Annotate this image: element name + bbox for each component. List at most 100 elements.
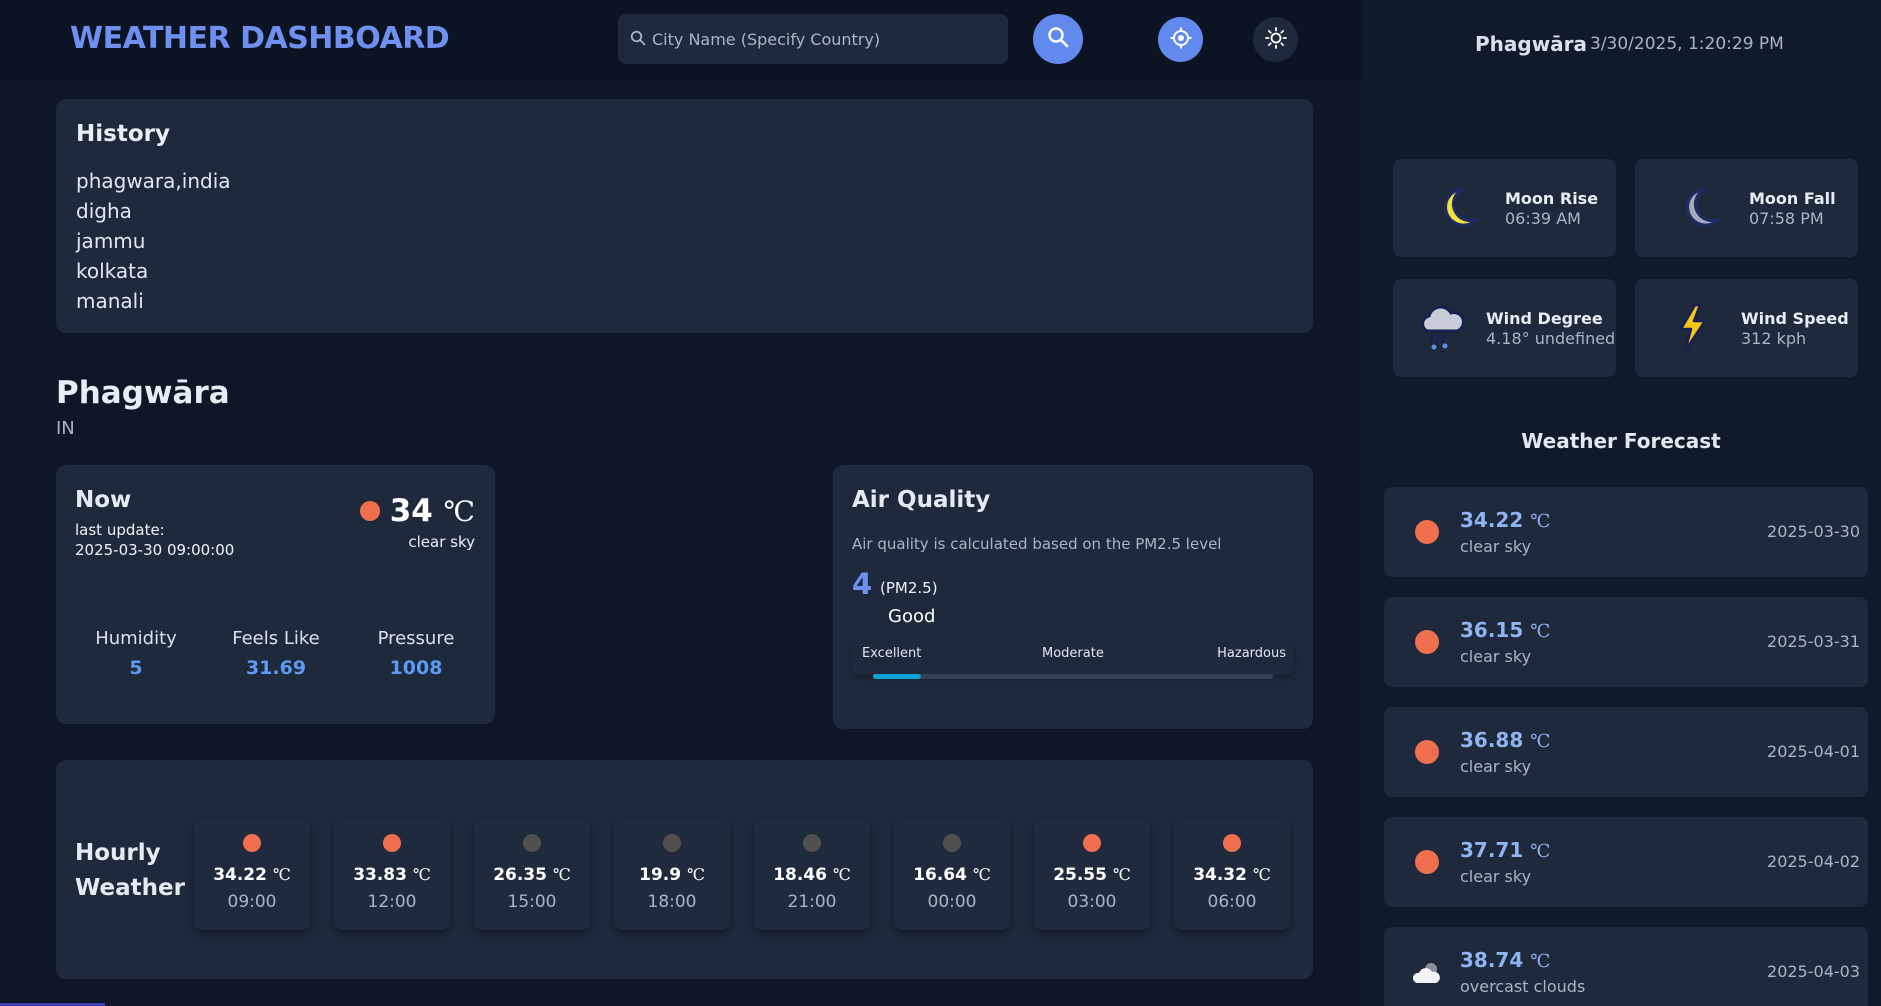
forecast-temp-value: 36.88 [1460,728,1524,752]
forecast-temp: 36.88 ℃ [1460,728,1550,752]
sun-icon [243,834,261,852]
history-card: History phagwara,india digha jammu kolka… [56,99,1313,333]
forecast-item: 34.22 ℃ clear sky 2025-03-30 [1384,487,1868,577]
temp-unit: ℃ [1252,865,1271,884]
weather-description: clear sky [408,533,475,551]
hourly-temp: 34.32 ℃ [1174,865,1290,885]
scale-label-excellent: Excellent [862,646,922,661]
country-code: IN [56,418,75,439]
current-location-button[interactable] [1158,17,1203,62]
forecast-date: 2025-03-31 [1767,632,1860,651]
forecast-date: 2025-04-03 [1767,962,1860,981]
tile-label: Moon Rise [1505,189,1599,208]
forecast-date: 2025-04-01 [1767,742,1860,761]
hourly-title: Hourly Weather [75,836,185,906]
temp-unit: ℃ [1530,841,1551,862]
hourly-temp-value: 25.55 [1053,865,1107,885]
metric-value: 31.69 [245,657,307,679]
temp-unit: ℃ [552,865,571,884]
moon-fall-tile: Moon Fall 07:58 PM [1635,159,1858,257]
temp-unit: ℃ [1530,951,1551,972]
hourly-item: 33.83 ℃ 12:00 [334,820,450,930]
forecast-temp-value: 34.22 [1460,508,1524,532]
side-city-name: Phagwāra [1475,32,1588,56]
search-box[interactable] [618,14,1008,64]
forecast-date: 2025-04-02 [1767,852,1860,871]
hourly-temp: 16.64 ℃ [894,865,1010,885]
hourly-temp-value: 33.83 [353,865,407,885]
history-item[interactable]: digha [76,196,231,226]
sun-icon [1415,740,1439,764]
current-weather-card: Now last update: 2025-03-30 09:00:00 34 … [56,465,495,724]
sun-icon [1264,26,1288,54]
wind-speed-tile: Wind Speed 312 kph [1635,279,1858,377]
forecast-desc: overcast clouds [1460,977,1586,996]
crosshair-icon [1169,26,1193,54]
cloud-icon [1411,957,1443,989]
hourly-time: 00:00 [927,892,977,912]
forecast-desc: clear sky [1460,757,1532,776]
tile-value: 4.18° undefined [1486,329,1616,348]
wind-degree-tile: Wind Degree 4.18° undefined [1393,279,1616,377]
current-datetime: 3/30/2025, 1:20:29 PM [1590,34,1784,54]
air-quality-value: 4 [852,567,873,601]
hourly-temp-value: 26.35 [493,865,547,885]
sun-icon [360,501,380,521]
temp-unit: ℃ [443,495,475,528]
scale-label-hazardous: Hazardous [1217,646,1286,661]
hourly-item: 18.46 ℃ 21:00 [754,820,870,930]
search-input[interactable] [652,14,1002,64]
metric-value: 5 [129,657,143,679]
pressure-metric: Pressure 1008 [356,628,476,679]
air-quality-bar [873,674,1273,679]
hourly-item: 19.9 ℃ 18:00 [614,820,730,930]
air-quality-title: Air Quality [852,487,991,513]
temp-unit: ℃ [1530,511,1551,532]
temp-unit: ℃ [686,865,705,884]
hourly-temp: 25.55 ℃ [1034,865,1150,885]
moon-rise-tile: Moon Rise 06:39 AM [1393,159,1616,257]
history-list: phagwara,india digha jammu kolkata manal… [76,166,231,316]
city-name: Phagwāra [56,375,230,411]
pm-label: (PM2.5) [880,579,938,597]
hourly-item: 25.55 ℃ 03:00 [1034,820,1150,930]
sun-icon [1415,630,1439,654]
history-item[interactable]: jammu [76,226,231,256]
forecast-item: 36.15 ℃ clear sky 2025-03-31 [1384,597,1868,687]
last-update-label: last update: [75,521,165,539]
air-quality-note: Air quality is calculated based on the P… [852,535,1222,553]
forecast-title: Weather Forecast [1521,429,1721,453]
theme-toggle-button[interactable] [1253,17,1298,62]
hourly-time: 15:00 [507,892,557,912]
history-item[interactable]: kolkata [76,256,231,286]
hourly-weather-card: Hourly Weather 34.22 ℃ 09:00 33.83 ℃ 12:… [56,760,1313,979]
storm-cloud-icon [1415,301,1467,353]
current-temperature: 34 ℃ [390,493,475,529]
metric-value: 1008 [389,657,443,679]
temp-unit: ℃ [1530,621,1551,642]
metric-label: Pressure [377,628,455,649]
tile-value: 07:58 PM [1749,209,1824,228]
hourly-item: 34.22 ℃ 09:00 [194,820,310,930]
hourly-time: 21:00 [787,892,837,912]
temp-unit: ℃ [972,865,991,884]
forecast-date: 2025-03-30 [1767,522,1860,541]
hourly-temp-value: 34.22 [213,865,267,885]
hourly-item: 26.35 ℃ 15:00 [474,820,590,930]
temp-unit: ℃ [272,865,291,884]
search-button[interactable] [1033,14,1083,64]
crescent-moon-icon [1675,181,1727,233]
hourly-temp-value: 34.32 [1193,865,1247,885]
last-update: last update: 2025-03-30 09:00:00 [75,520,234,560]
scale-label-moderate: Moderate [1042,646,1104,661]
hourly-item: 16.64 ℃ 00:00 [894,820,1010,930]
history-item[interactable]: manali [76,286,231,316]
search-icon [1046,25,1070,53]
moon-icon [803,834,821,852]
hourly-item: 34.32 ℃ 06:00 [1174,820,1290,930]
air-quality-bar-fill [873,674,921,679]
temp-unit: ℃ [1530,731,1551,752]
temp-unit: ℃ [1112,865,1131,884]
forecast-desc: clear sky [1460,537,1532,556]
history-item[interactable]: phagwara,india [76,166,231,196]
